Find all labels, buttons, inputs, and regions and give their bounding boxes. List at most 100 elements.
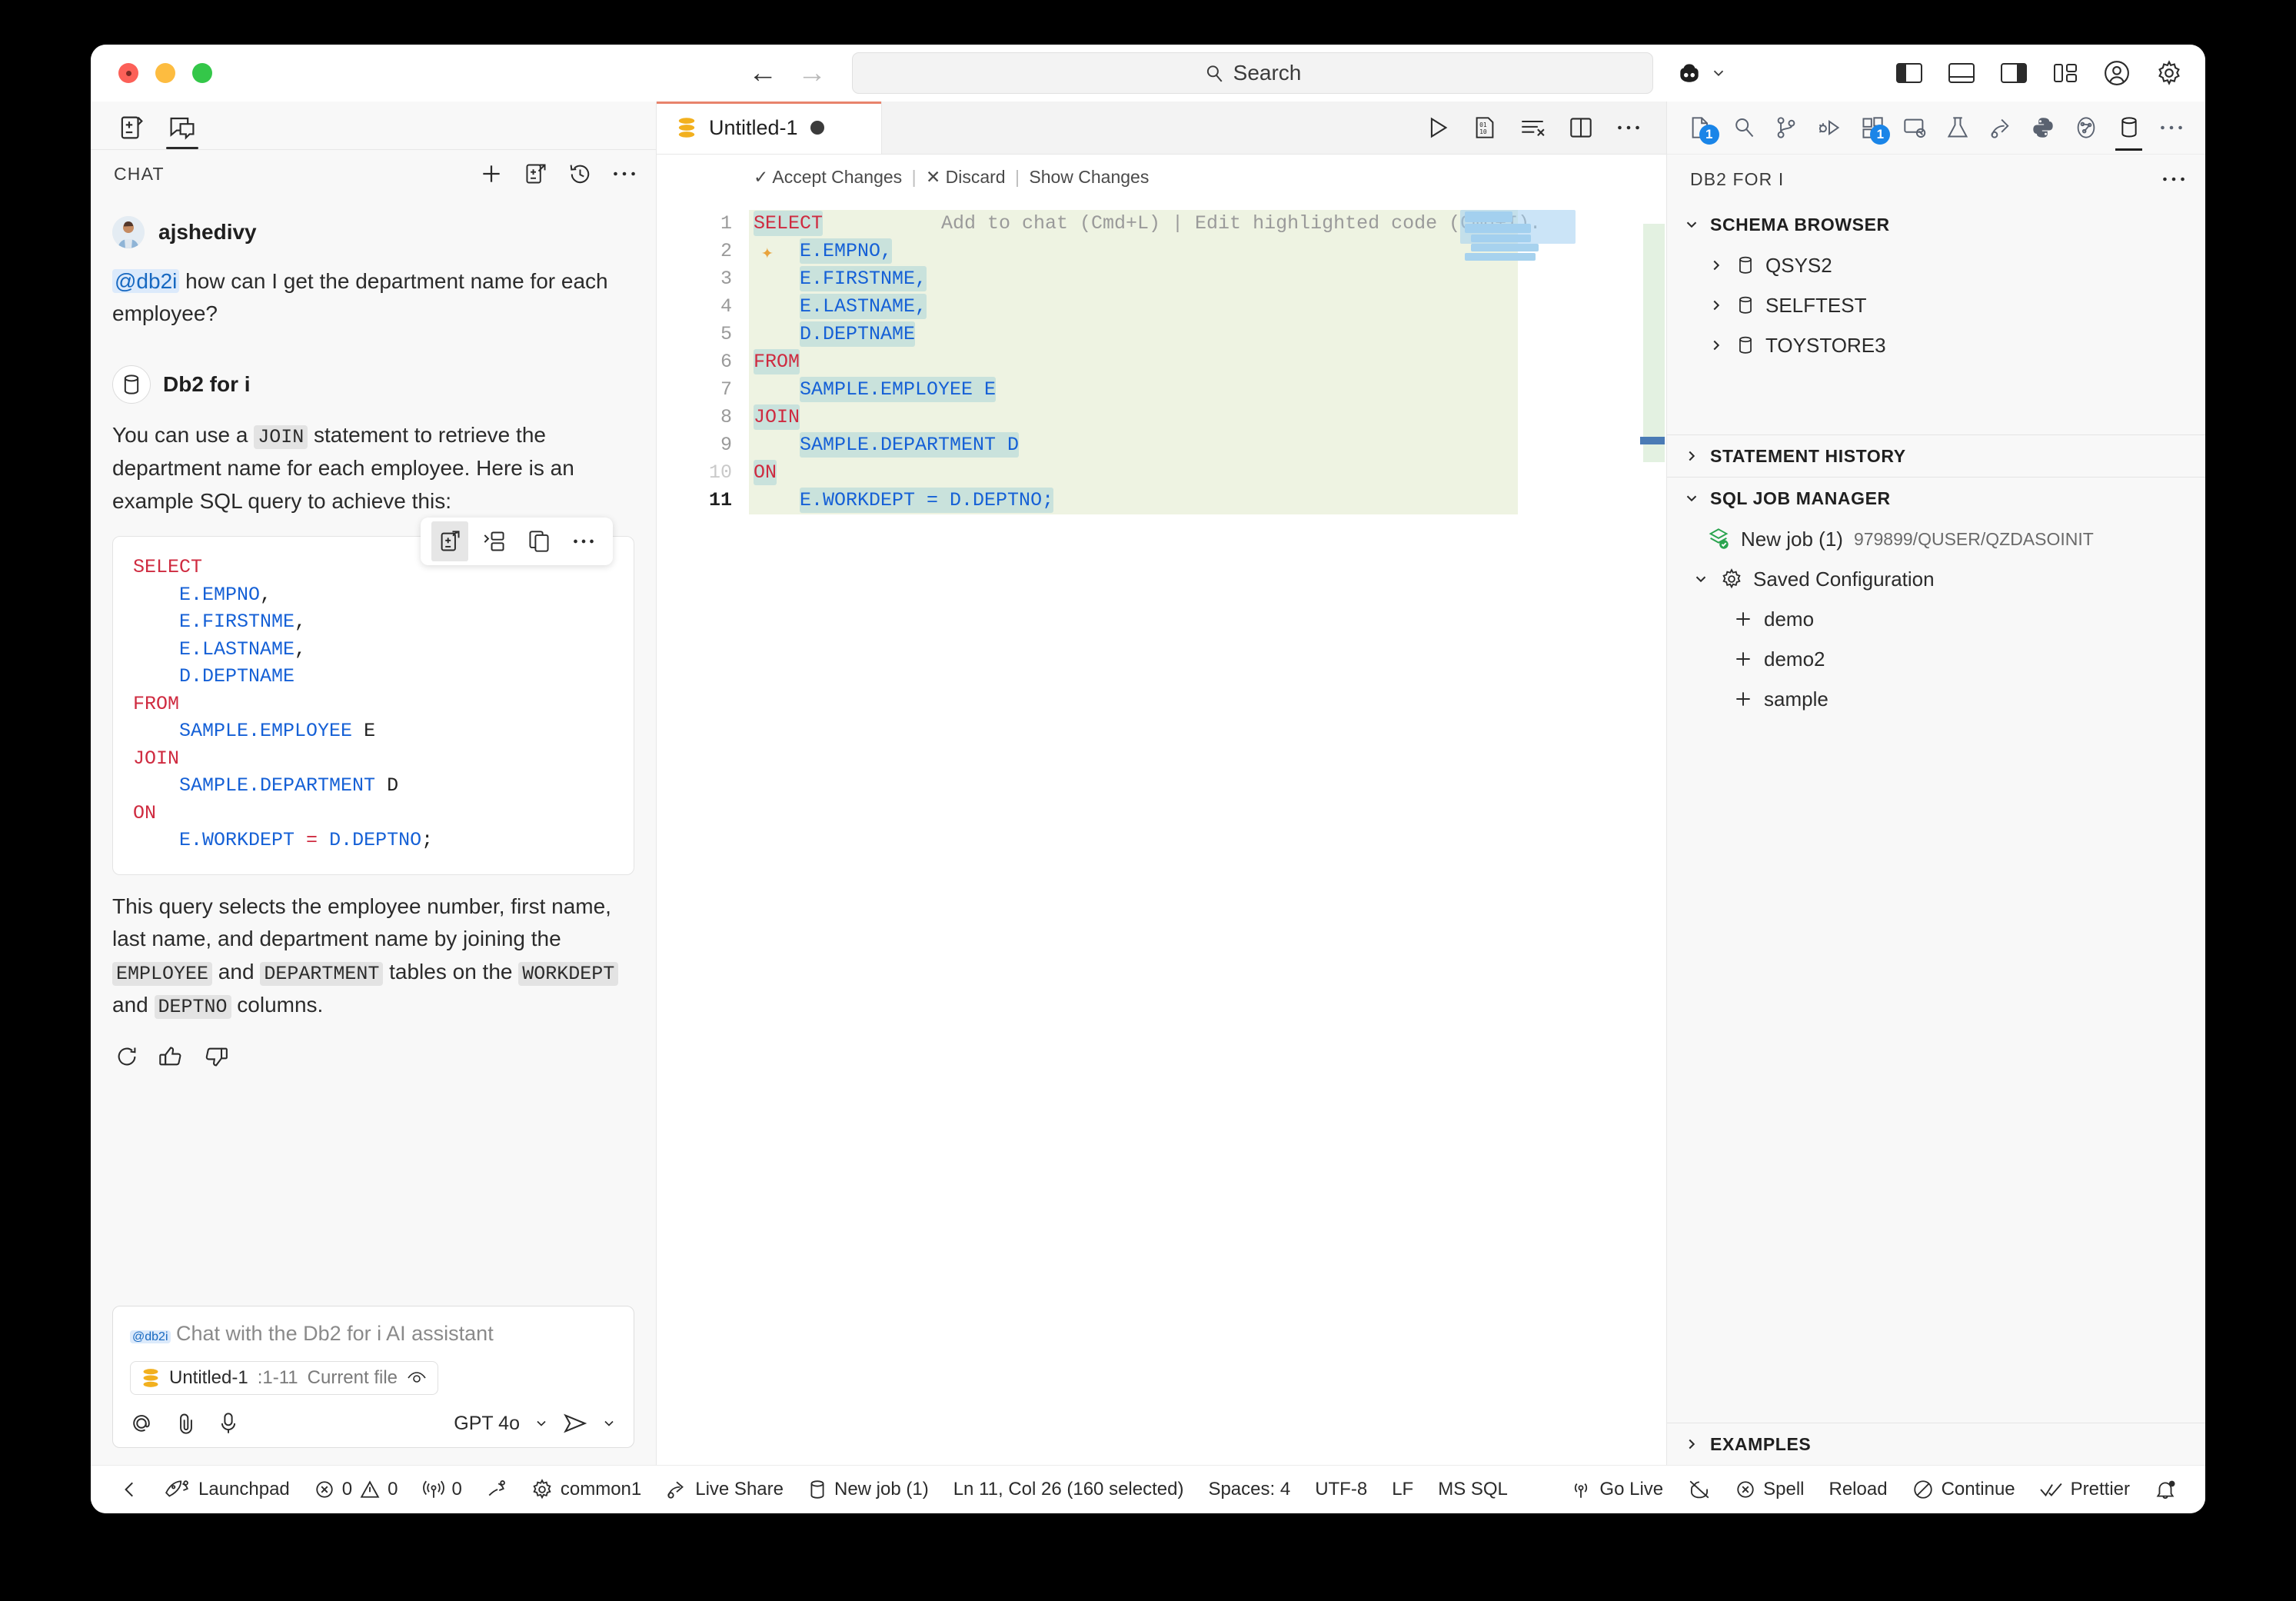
chat-code-block[interactable]: SELECT E.EMPNO, E.FIRSTNME, E.LASTNAME, … [112,536,634,875]
source-control-icon[interactable] [1765,105,1808,151]
status-cursor-position[interactable]: Ln 11, Col 26 (160 selected) [941,1466,1196,1513]
navigation-arrows[interactable]: ← → [748,58,827,88]
chat-input-right-actions[interactable]: GPT 4o [454,1413,617,1435]
eye-icon[interactable] [407,1370,427,1386]
layout-sidebar-left-icon[interactable] [1896,62,1922,85]
chevron-down-icon[interactable] [1710,65,1727,82]
insert-at-cursor-icon[interactable] [476,523,513,560]
more-icon[interactable] [613,170,636,178]
thumbs-down-icon[interactable] [203,1045,228,1068]
sparkle-icon[interactable]: ✦ [761,239,774,267]
layout-panel-icon[interactable] [1948,62,1975,85]
overview-ruler[interactable] [1639,210,1666,1465]
attach-icon[interactable] [176,1412,196,1435]
testing-icon[interactable] [1936,105,1979,151]
schema-tree-item[interactable]: TOYSTORE3 [1667,325,2205,365]
chevron-right-icon[interactable] [1707,257,1725,274]
editor-code-column[interactable]: ✓ Accept Changes | ✕ Discard | Show Chan… [749,155,1666,1465]
chat-feedback-actions[interactable] [112,1045,634,1068]
chat-input-left-actions[interactable] [130,1412,238,1435]
discard-changes-button[interactable]: Discard [946,167,1006,187]
activity-bar[interactable]: 11 [1667,102,2205,155]
editor-canvas[interactable]: 1 2 3 4 5 6 7 8 9 10 11 ✓ Accept Changes | ✕ Disca… [657,155,1666,1465]
run-icon[interactable] [1426,116,1449,139]
sql-job-manager-section-header[interactable]: SQL JOB MANAGER [1667,477,2205,519]
search-bar[interactable]: Search [852,52,1653,94]
microphone-icon[interactable] [219,1412,238,1435]
chevron-down-icon[interactable] [601,1416,617,1431]
status-sql-job[interactable]: New job (1) [796,1466,941,1513]
saved-config-item[interactable]: demo2 [1667,639,2205,679]
status-prettier[interactable]: Prettier [2028,1466,2142,1513]
back-arrow-icon[interactable]: ← [748,58,777,88]
chat-input-box[interactable]: @db2i Chat with the Db2 for i AI assista… [112,1306,634,1448]
status-remote-indicator[interactable] [108,1466,152,1513]
model-picker-label[interactable]: GPT 4o [454,1413,520,1435]
account-icon[interactable] [2104,60,2130,86]
saved-config-item[interactable]: demo [1667,599,2205,639]
chevron-down-icon[interactable] [1682,216,1701,233]
saved-configuration-items[interactable]: demo demo2 sample [1667,599,2205,719]
database-icon[interactable] [2108,105,2151,151]
history-icon[interactable] [568,162,592,186]
status-encoding[interactable]: UTF-8 [1303,1466,1379,1513]
status-ports[interactable]: 0 [411,1466,474,1513]
plus-icon[interactable] [1733,689,1753,709]
run-debug-icon[interactable] [1808,105,1851,151]
status-problems[interactable]: 0 0 [302,1466,411,1513]
plus-icon[interactable] [1733,649,1753,669]
examples-section-header[interactable]: EXAMPLES [1667,1423,2205,1465]
run-binary-icon[interactable]: 01 10 [1474,116,1496,139]
status-go-live[interactable]: Go Live [1558,1466,1675,1513]
accept-changes-button[interactable]: Accept Changes [772,167,902,187]
chat-panel-tabs[interactable] [91,102,656,150]
status-notifications[interactable] [2142,1466,2188,1513]
more-icon[interactable] [1617,124,1640,131]
thumbs-up-icon[interactable] [158,1045,183,1068]
sql-job-row[interactable]: New job (1) 979899/QUSER/QZDASOINIT [1667,519,2205,559]
chevron-down-icon[interactable] [1692,571,1710,587]
copilot-menu[interactable] [1676,62,1727,85]
copilot-icon[interactable] [1676,62,1702,85]
mention-icon[interactable] [130,1412,153,1435]
status-launchpad[interactable]: Launchpad [152,1466,302,1513]
statement-history-section-header[interactable]: STATEMENT HISTORY [1667,434,2205,477]
status-live-share[interactable]: Live Share [654,1466,796,1513]
editor-tab-actions[interactable]: 01 10 [1400,102,1666,154]
saved-configuration-row[interactable]: Saved Configuration [1667,559,2205,599]
maximize-window-button[interactable] [192,63,212,83]
minimize-window-button[interactable] [155,63,175,83]
more-icon[interactable] [565,523,602,560]
inline-diff-actions[interactable]: ✓ Accept Changes | ✕ Discard | Show Chan… [754,167,1149,188]
minimap[interactable] [1460,210,1583,794]
code-block-toolbar[interactable] [421,518,613,566]
chevron-down-icon[interactable] [1682,490,1701,507]
more-icon[interactable] [2162,175,2185,183]
status-copilot[interactable] [1675,1466,1723,1513]
chevron-down-icon[interactable] [534,1416,549,1431]
regenerate-icon[interactable] [115,1045,138,1068]
chevron-right-icon[interactable] [1682,1436,1701,1453]
remote-explorer-icon[interactable] [1893,105,1936,151]
copy-icon[interactable] [521,523,557,560]
chevron-right-icon[interactable] [1707,337,1725,354]
layout-sidebar-right-icon[interactable] [2001,62,2027,85]
chevron-right-icon[interactable] [1707,297,1725,314]
live-share-icon[interactable] [1979,105,2022,151]
open-chat-editor-icon[interactable] [524,162,547,185]
status-connection[interactable]: common1 [519,1466,654,1513]
explorer-icon[interactable]: 1 [1679,105,1722,151]
more-icon[interactable] [2150,105,2193,151]
status-remote-alt[interactable] [474,1466,519,1513]
graph-icon[interactable] [2065,105,2108,151]
saved-config-item[interactable]: sample [1667,679,2205,719]
status-language-mode[interactable]: MS SQL [1426,1466,1520,1513]
editor-tab-untitled-1[interactable]: Untitled-1 [657,102,882,154]
search-icon[interactable] [1722,105,1765,151]
forward-arrow-icon[interactable]: → [797,58,827,88]
show-changes-button[interactable]: Show Changes [1029,167,1149,187]
dirty-indicator-icon[interactable] [810,121,824,135]
layout-customize-icon[interactable] [2053,62,2078,85]
status-reload[interactable]: Reload [1817,1466,1900,1513]
layout-controls[interactable] [1896,60,2182,86]
